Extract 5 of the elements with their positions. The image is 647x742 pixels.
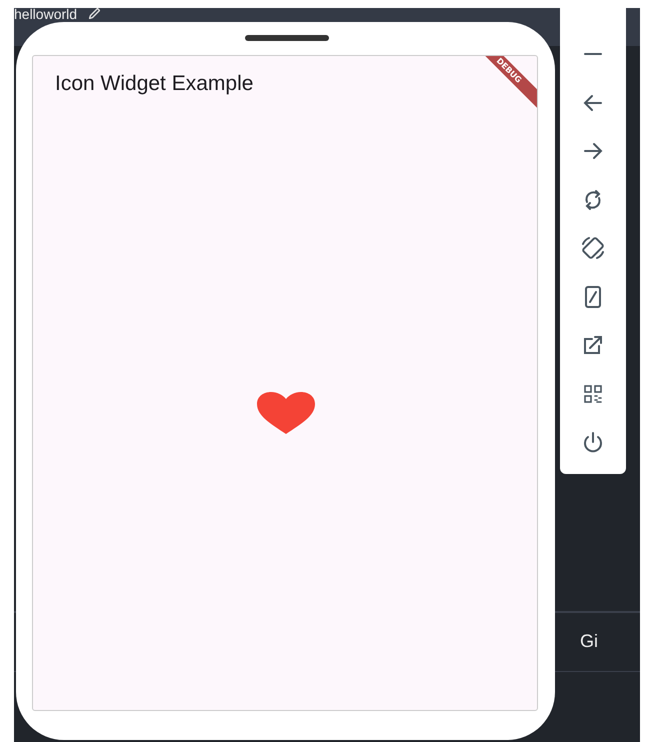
project-title: helloworld — [14, 8, 78, 20]
rotate-icon[interactable] — [579, 234, 607, 262]
heart-icon — [257, 392, 315, 434]
pencil-icon — [89, 8, 100, 19]
app-title: Icon Widget Example — [55, 72, 254, 96]
